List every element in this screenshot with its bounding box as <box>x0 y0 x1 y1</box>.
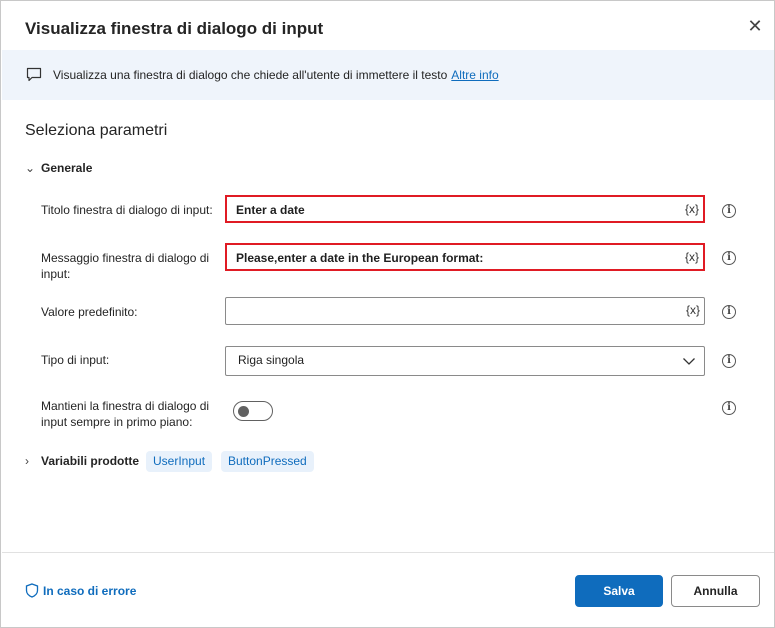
section-title: Seleziona parametri <box>25 122 168 139</box>
info-description: Visualizza una finestra di dialogo che c… <box>53 68 448 82</box>
always-on-top-toggle[interactable] <box>233 401 273 421</box>
shield-icon <box>25 583 39 598</box>
variable-chip-buttonpressed[interactable]: ButtonPressed <box>221 451 314 472</box>
toggle-knob <box>238 406 249 417</box>
group-general-toggle[interactable]: ⌄ Generale <box>25 161 92 175</box>
chevron-right-icon: › <box>25 454 29 468</box>
chevron-down-icon: ⌄ <box>25 161 36 175</box>
variables-toggle[interactable]: › Variabili prodotte <box>25 454 139 468</box>
title-field-value: Enter a date <box>236 203 305 217</box>
always-on-top-line2: input sempre in primo piano: <box>41 415 193 429</box>
always-on-top-label: Mantieni la finestra di dialogo di input … <box>41 398 209 430</box>
info-icon[interactable]: i <box>722 204 736 218</box>
dialog-title: Visualizza finestra di dialogo di input <box>25 19 324 38</box>
info-icon[interactable]: i <box>722 305 736 319</box>
info-icon[interactable]: i <box>722 401 736 415</box>
default-value-label: Valore predefinito: <box>41 305 138 319</box>
info-text: Visualizza una finestra di dialogo che c… <box>53 68 499 82</box>
save-button[interactable]: Salva <box>575 575 663 607</box>
input-type-value: Riga singola <box>238 353 305 367</box>
close-icon[interactable]: ✕ <box>746 17 764 35</box>
on-error-label: In caso di errore <box>43 584 137 598</box>
title-field[interactable]: Enter a date {x} <box>225 195 705 223</box>
more-info-link[interactable]: Altre info <box>451 68 498 82</box>
message-field[interactable]: Please,enter a date in the European form… <box>225 243 705 271</box>
on-error-link[interactable]: In caso di errore <box>25 583 136 598</box>
input-type-select[interactable]: Riga singola <box>225 346 705 376</box>
default-value-field[interactable]: {x} <box>225 297 705 325</box>
info-bar: Visualizza una finestra di dialogo che c… <box>2 50 774 100</box>
chevron-down-icon <box>682 354 696 373</box>
always-on-top-line1: Mantieni la finestra di dialogo di <box>41 399 210 413</box>
cancel-button[interactable]: Annulla <box>671 575 760 607</box>
input-type-label: Tipo di input: <box>41 353 110 367</box>
dialog: Visualizza finestra di dialogo di input … <box>0 0 775 628</box>
title-field-label: Titolo finestra di dialogo di input: <box>41 203 213 217</box>
variable-icon[interactable]: {x} <box>686 303 700 317</box>
message-label-line1: Messaggio finestra di dialogo di <box>41 251 210 265</box>
message-field-label: Messaggio finestra di dialogo di input: <box>41 250 209 282</box>
variable-icon[interactable]: {x} <box>685 202 699 216</box>
footer-divider <box>2 552 774 553</box>
variable-chip-userinput[interactable]: UserInput <box>146 451 213 472</box>
group-general-label: Generale <box>41 161 93 175</box>
variable-icon[interactable]: {x} <box>685 250 699 264</box>
message-icon <box>26 67 42 87</box>
message-label-line2: input: <box>41 267 71 281</box>
variables-label: Variabili prodotte <box>41 454 140 468</box>
info-icon[interactable]: i <box>722 251 736 265</box>
message-field-value: Please,enter a date in the European form… <box>236 251 484 265</box>
info-icon[interactable]: i <box>722 354 736 368</box>
